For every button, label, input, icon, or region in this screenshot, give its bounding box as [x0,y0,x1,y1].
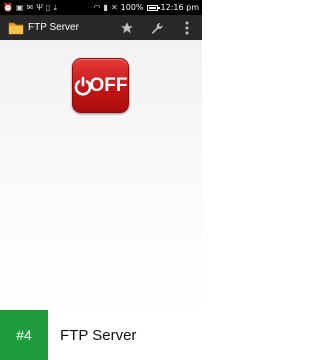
wrench-icon [151,22,163,34]
footer-app-name: FTP Server [60,326,137,344]
battery-percent: 100% [120,3,144,12]
notification-icons: ⏰ ▣ ✉ Ψ ▯ ⤓ [3,2,57,12]
no-signal-icon: ✕ [110,2,118,12]
action-bar: FTP Server [0,15,202,40]
off-label: OFF [89,74,128,96]
vibrate-icon: ▮ [103,2,108,12]
power-label: OFF [74,75,128,97]
usb-icon: Ψ [36,2,43,12]
overflow-menu-icon [185,21,189,34]
phone-icon: ▯ [45,2,51,12]
battery-icon [146,4,160,11]
status-bar: ⏰ ▣ ✉ Ψ ▯ ⤓ ◠ ▮ ✕ 100% 12:16 pm [0,0,202,15]
star-icon [121,21,133,33]
download-icon: ⤓ [53,2,57,12]
alarm-icon: ⏰ [3,2,13,12]
clock: 12:16 pm [160,3,199,12]
power-toggle-button[interactable]: OFF [72,58,129,113]
settings-button[interactable] [142,15,172,40]
mail-icon: ✉ [26,2,34,12]
rank-badge: #4 [0,310,48,360]
folder-icon [8,22,24,34]
system-icons: ◠ ▮ ✕ 100% 12:16 pm [94,3,199,12]
overflow-menu-button[interactable] [172,15,202,40]
app-title: FTP Server [28,22,79,33]
favorites-button[interactable] [112,15,142,40]
app-listing-footer: #4 FTP Server [0,310,202,360]
main-content: OFF [0,40,202,330]
picture-icon: ▣ [15,2,24,12]
wifi-icon: ◠ [93,2,101,12]
